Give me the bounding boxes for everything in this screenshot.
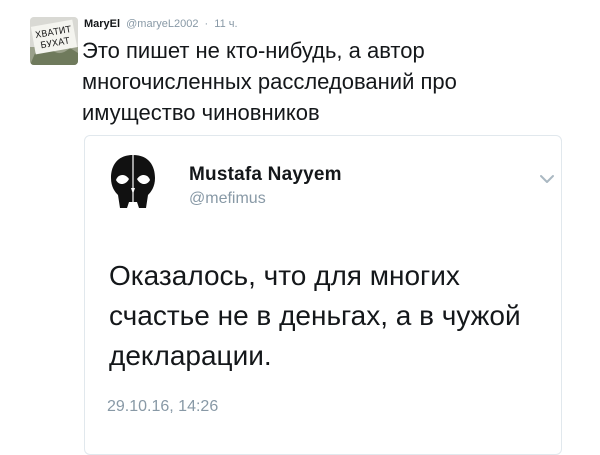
tweet-header: MaryEl @maryeL2002 · 11 ч.	[84, 17, 238, 31]
tweet-timestamp[interactable]: 11 ч.	[214, 18, 237, 30]
author-avatar[interactable]: ХВАТИТ БУХАТ	[30, 17, 78, 65]
skull-silhouette-icon[interactable]	[107, 152, 159, 214]
quoted-tweet-card[interactable]: Mustafa Nayyem @mefimus Оказалось, что д…	[84, 135, 562, 455]
chevron-down-icon[interactable]	[539, 172, 555, 184]
quoted-author-handle[interactable]: @mefimus	[189, 190, 266, 208]
separator-dot: ·	[204, 18, 209, 30]
author-name[interactable]: MaryEl	[84, 18, 120, 30]
tweet: ХВАТИТ БУХАТ MaryEl @maryeL2002 · 11 ч. …	[0, 0, 600, 455]
quoted-tweet-text: Оказалось, что для многих счастье не в д…	[109, 260, 521, 371]
quoted-author-name[interactable]: Mustafa Nayyem	[189, 164, 342, 186]
author-handle[interactable]: @maryeL2002	[126, 18, 198, 30]
tweet-text: Это пишет не кто-нибудь, а автор многочи…	[82, 38, 457, 125]
quoted-tweet-date[interactable]: 29.10.16, 14:26	[107, 398, 218, 416]
